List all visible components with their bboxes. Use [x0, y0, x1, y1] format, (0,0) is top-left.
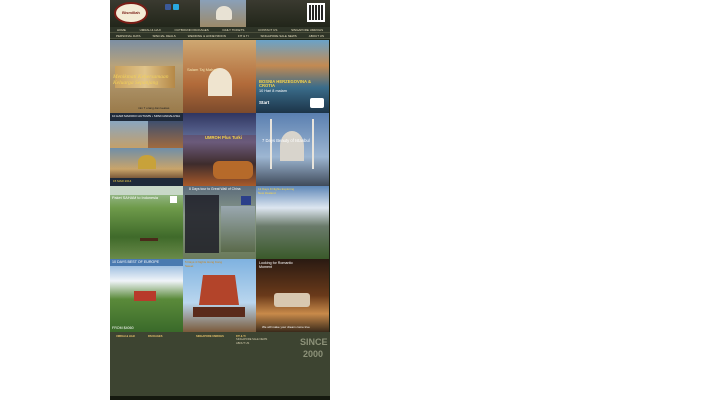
partner-logo: [170, 196, 177, 203]
junk-hull-shape: [193, 307, 245, 317]
mosque-shape: [280, 131, 304, 161]
footer-col-singapore: SINGAPORE UMROHS: [196, 335, 240, 338]
facebook-icon[interactable]: [165, 4, 171, 10]
secondary-nav: PERSONAL DATA SPECIAL DEALS WEDDING & HO…: [110, 33, 330, 39]
tile-title: BOSNIA HERZEGOVINA & CROTIA: [259, 79, 312, 89]
promo-tile-europe[interactable]: 10 DAYS BEST OF EUROPE FROM $4060: [110, 259, 183, 332]
dinner-table-shape: [274, 293, 310, 307]
tile-title: Salam Taj Mahal: [187, 67, 217, 72]
since-seal: SINCE 2000: [300, 337, 328, 359]
nav-about[interactable]: ABOUT US: [309, 34, 324, 38]
nav-special-deals[interactable]: SPECIAL DEALS: [153, 34, 176, 38]
itinerary-box: [185, 195, 219, 253]
site-logo[interactable]: Bismillah: [114, 2, 148, 24]
nav-fit-ti[interactable]: FIT & TI: [238, 34, 249, 38]
footer-link[interactable]: ABOUT US: [236, 342, 296, 345]
site-header: Bismillah: [110, 0, 330, 27]
boat-shape: [140, 238, 158, 241]
promo-tile-china[interactable]: 8 Days tour to Great Wall of China: [183, 186, 256, 259]
promo-tile-istanbul[interactable]: 7 Days Beauty of Istanbul: [256, 113, 329, 186]
promo-grid: Menikmati Kebersamaan Keluarga Sepanjang…: [110, 40, 330, 332]
tile-title: 10 DAYS BEST OF EUROPE: [112, 260, 159, 264]
nav-sale-news[interactable]: SINGAPORE SALE NEWS: [261, 34, 297, 38]
partner-logo: [310, 98, 324, 108]
copyright-text: [110, 396, 330, 400]
tile-title: UMROH Plus Turki: [205, 135, 242, 140]
tile-title: 12 Days 9 Nights Exploring New Zealand: [258, 187, 295, 196]
site-footer: UMRAH & HAJI PACKAGES SINGAPORE UMROHS F…: [110, 332, 330, 396]
photo-spain: [148, 121, 183, 148]
photo-mecca: [183, 113, 256, 135]
footer-col-fit: FIT & TI SINGAPORE SALE NEWS ABOUT US: [236, 335, 296, 345]
price-label: Start: [259, 100, 270, 105]
tile-title: Menikmati Kebersamaan Keluarga Sepanjang: [113, 74, 169, 86]
nav-home[interactable]: HOME: [117, 28, 126, 32]
dome-shape: [138, 155, 156, 169]
qr-code: [307, 3, 325, 22]
nav-umrah-haji[interactable]: UMRAH & HAJI: [140, 28, 161, 32]
tile-title: 10 HARI MAROKO AUTUMN • SPAIN ANDALUSIA: [112, 114, 181, 118]
tile-caption: 15 MAR 2014: [113, 179, 132, 183]
nav-personal-data[interactable]: PERSONAL DATA: [116, 34, 141, 38]
page: Bismillah HOME UMRAH & HAJI OUTBOUND PAC…: [110, 0, 330, 400]
promo-tile-indonesia[interactable]: Paket SAHAM to Indonesia: [110, 186, 183, 259]
nav-singapore-umrohs[interactable]: SINGAPORE UMROHS: [291, 28, 323, 32]
footer-heading: SINGAPORE UMROHS: [196, 335, 224, 338]
tile-title: 8 Days tour to Great Wall of China: [189, 187, 241, 191]
minaret-shape: [312, 119, 314, 169]
chalet-shape: [134, 291, 156, 301]
tile-caption: FROM $4060: [112, 326, 134, 330]
promo-tile-taj-mahal[interactable]: Salam Taj Mahal: [183, 40, 256, 113]
tile-sub: 10 Hari 8 malam: [259, 89, 287, 93]
photo-great-wall: [221, 206, 255, 252]
airline-logo: [241, 196, 251, 205]
thumbnail-strip: [110, 186, 183, 195]
tile-title: 5 Days 4 Nights Hong Kong Sweet: [185, 260, 223, 269]
nav-wedding[interactable]: WEDDING & HONEYMOON: [188, 34, 226, 38]
promo-tile-new-zealand[interactable]: 12 Days 9 Nights Exploring New Zealand: [256, 186, 329, 259]
logo-text: Bismillah: [122, 10, 140, 15]
promo-tile-umroh-turki[interactable]: UMROH Plus Turki: [183, 113, 256, 186]
tile-title: Paket SAHAM to Indonesia: [112, 196, 159, 200]
promo-tile-morocco-spain[interactable]: 10 HARI MAROKO AUTUMN • SPAIN ANDALUSIA …: [110, 113, 183, 186]
twitter-icon[interactable]: [173, 4, 179, 10]
tile-caption: We will make your dream come true: [262, 325, 310, 329]
tile-title: 7 Days Beauty of Istanbul: [262, 138, 310, 143]
nav-daily-tickets[interactable]: DAILY TICKETS: [223, 28, 245, 32]
tile-title: Looking for Romantic Moment: [259, 261, 293, 270]
promo-tile-bosnia[interactable]: BOSNIA HERZEGOVINA & CROTIA 10 Hari 8 ma…: [256, 40, 329, 113]
photo-food: [213, 161, 253, 179]
promo-tile-family[interactable]: Menikmati Kebersamaan Keluarga Sepanjang…: [110, 40, 183, 113]
nav-outbound[interactable]: OUTBOUND PACKAGES: [175, 28, 209, 32]
social-links: [165, 4, 179, 10]
promo-tile-hong-kong[interactable]: 5 Days 4 Nights Hong Kong Sweet: [183, 259, 256, 332]
junk-sail-shape: [199, 275, 239, 305]
photo-morocco: [110, 121, 148, 148]
nav-contact[interactable]: CONTACT US: [258, 28, 277, 32]
minaret-shape: [270, 119, 272, 169]
taj-dome-shape: [216, 6, 232, 20]
promo-tile-romantic[interactable]: Looking for Romantic Moment We will make…: [256, 259, 329, 332]
footer-heading: PACKAGES: [148, 335, 163, 338]
footer-col-packages: PACKAGES: [148, 335, 192, 338]
tile-caption: min 7 orang dan keatas: [138, 106, 170, 110]
